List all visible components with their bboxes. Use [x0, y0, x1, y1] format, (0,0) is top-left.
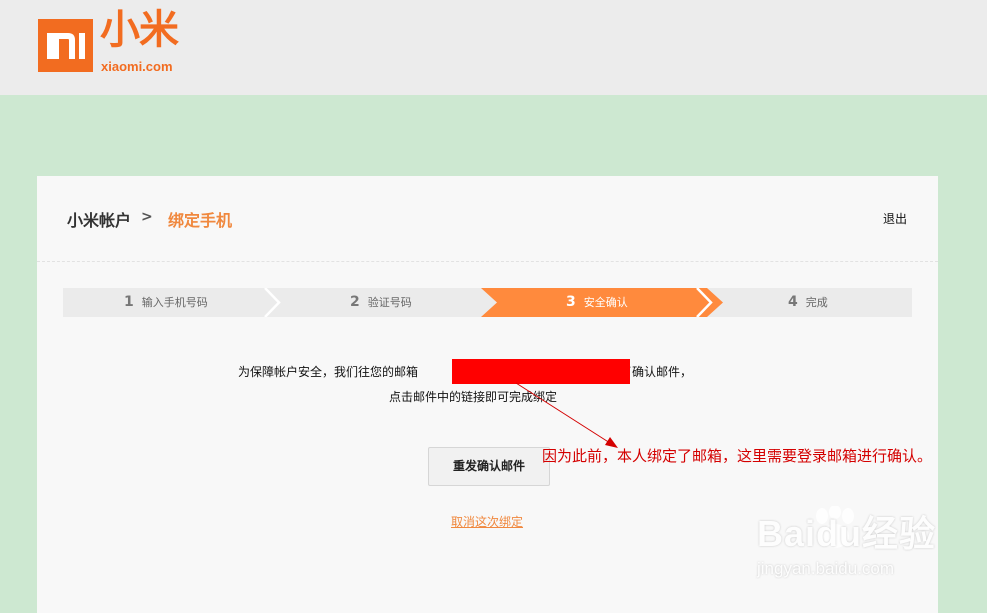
annotation-note: 因为此前，本人绑定了邮箱，这里需要登录邮箱进行确认。	[542, 447, 933, 465]
watermark-main: Baidu经验	[757, 513, 937, 554]
watermark-url: jingyan.baidu.com	[757, 559, 895, 578]
baidu-watermark: Baidu经验 jingyan.baidu.com	[757, 505, 936, 579]
